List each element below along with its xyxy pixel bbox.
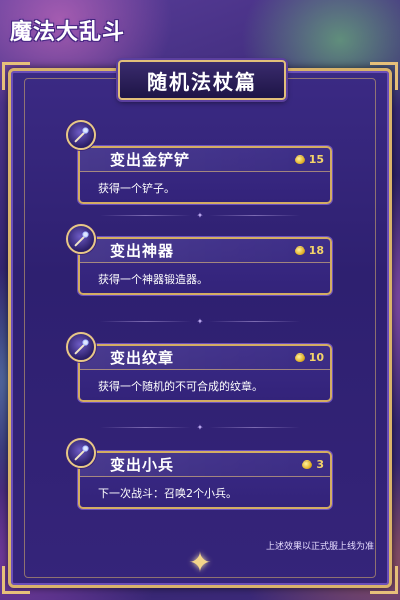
item-name: 变出金铲铲 — [110, 151, 191, 169]
item-card-header: 变出纹章 10 — [80, 346, 330, 370]
item-card[interactable]: 变出小兵 3 下一次战斗：召唤2个小兵。 — [78, 451, 332, 509]
item-card-header: 变出神器 18 — [80, 239, 330, 263]
item-name: 变出小兵 — [110, 456, 175, 474]
section-divider: ✦ — [100, 316, 300, 326]
item-card[interactable]: 变出金铲铲 15 获得一个铲子。 — [78, 146, 332, 204]
gold-coin-icon — [294, 353, 305, 362]
item-description: 获得一个铲子。 — [98, 182, 175, 195]
section-divider: ✦ — [100, 210, 300, 220]
item-description: 下一次战斗：召唤2个小兵。 — [98, 487, 237, 500]
item-cost-value: 3 — [316, 458, 324, 471]
magic-wand-icon — [66, 438, 96, 468]
item-cost: 18 — [294, 244, 324, 257]
sparkle-ornament-icon: ✦ — [188, 546, 212, 579]
item-card-header: 变出小兵 3 — [80, 453, 330, 477]
item-card-header: 变出金铲铲 15 — [80, 148, 330, 172]
item-card[interactable]: 变出神器 18 获得一个神器锻造器。 — [78, 237, 332, 295]
item-cost: 3 — [302, 458, 324, 471]
item-cost: 10 — [294, 351, 324, 364]
item-cost-value: 18 — [308, 244, 324, 257]
item-cost-value: 10 — [308, 351, 324, 364]
item-cost: 15 — [294, 153, 324, 166]
section-divider: ✦ — [100, 422, 300, 432]
item-name: 变出神器 — [110, 242, 175, 260]
item-cost-value: 15 — [308, 153, 324, 166]
item-description: 获得一个神器锻造器。 — [98, 273, 208, 286]
corner-ornament-top-right — [370, 62, 398, 90]
game-logo: 魔法大乱斗 — [10, 19, 126, 45]
disclaimer-text: 上述效果以正式服上线为准 — [265, 542, 374, 552]
corner-ornament-top-left — [2, 62, 30, 90]
gold-coin-icon — [294, 155, 305, 164]
item-card[interactable]: 变出纹章 10 获得一个随机的不可合成的纹章。 — [78, 344, 332, 402]
gold-coin-icon — [294, 246, 305, 255]
gold-coin-icon — [302, 460, 313, 469]
magic-wand-icon — [66, 224, 96, 254]
item-name: 变出纹章 — [110, 349, 175, 367]
magic-wand-icon — [66, 120, 96, 150]
magic-wand-icon — [66, 332, 96, 362]
item-description: 获得一个随机的不可合成的纹章。 — [98, 380, 263, 393]
corner-ornament-bottom-left — [2, 566, 30, 594]
panel-title: 随机法杖篇 — [147, 69, 257, 94]
panel-title-plate: 随机法杖篇 — [118, 60, 286, 100]
corner-ornament-bottom-right — [370, 566, 398, 594]
